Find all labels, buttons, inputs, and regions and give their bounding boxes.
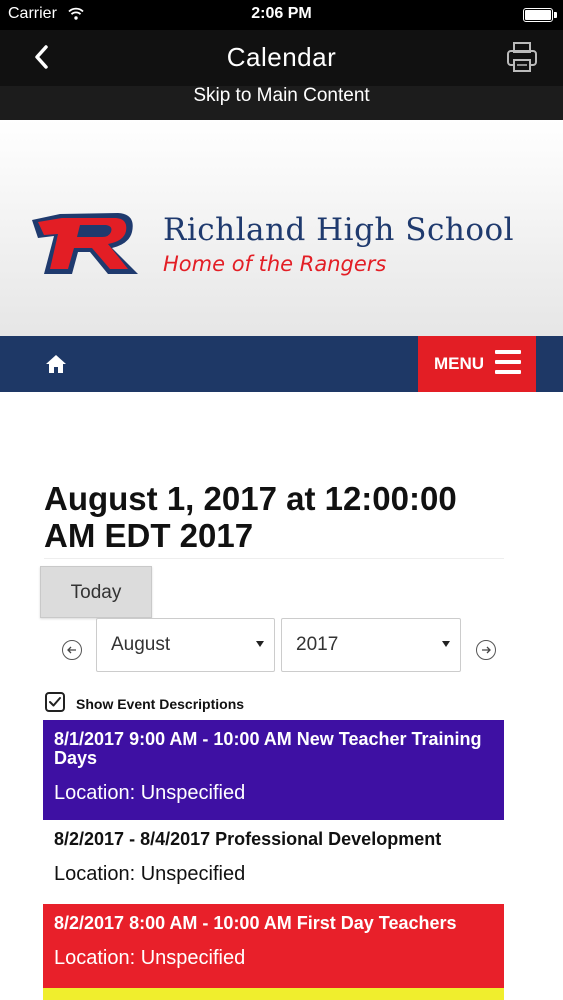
event-location: Location: Unspecified	[54, 863, 246, 885]
event-item[interactable]	[43, 988, 504, 1000]
event-item[interactable]: 8/2/2017 - 8/4/2017 Professional Develop…	[43, 820, 504, 904]
dropdown-caret-icon	[256, 641, 264, 647]
menu-button[interactable]: MENU	[418, 336, 536, 392]
event-title[interactable]: 8/2/2017 8:00 AM - 10:00 AM First Day Te…	[54, 914, 493, 933]
today-button[interactable]: Today	[40, 566, 152, 618]
event-location: Location: Unspecified	[54, 947, 246, 969]
next-month-arrow-icon[interactable]	[476, 640, 496, 660]
event-title[interactable]: 8/2/2017 - 8/4/2017 Professional Develop…	[54, 830, 493, 849]
menu-label: MENU	[434, 354, 485, 373]
school-tagline: Home of the Rangers	[163, 252, 387, 276]
dropdown-caret-icon	[442, 641, 450, 647]
skip-to-main-content-link[interactable]: Skip to Main Content	[0, 86, 563, 120]
school-header: Richland High School Home of the Rangers	[0, 120, 563, 336]
home-icon[interactable]	[45, 353, 67, 375]
hamburger-icon	[495, 350, 521, 376]
nav-title: Calendar	[226, 42, 337, 72]
battery-icon	[523, 8, 557, 22]
app-nav-bar: Calendar	[0, 30, 563, 86]
page-title: August 1, 2017 at 12:00:00 AM EDT 2017	[44, 480, 504, 559]
event-item[interactable]: 8/2/2017 8:00 AM - 10:00 AM First Day Te…	[43, 904, 504, 988]
printer-icon[interactable]	[505, 40, 539, 74]
month-select[interactable]: August	[96, 618, 275, 672]
site-menu-bar: MENU	[0, 336, 563, 392]
school-name: Richland High School	[163, 212, 515, 248]
event-title[interactable]: 8/1/2017 9:00 AM - 10:00 AM New Teacher …	[54, 730, 493, 768]
year-select-value: 2017	[296, 634, 339, 655]
previous-month-arrow-icon[interactable]	[62, 640, 82, 660]
month-select-value: August	[111, 634, 171, 655]
show-descriptions-checkbox[interactable]	[45, 692, 65, 712]
clock-time: 2:06 PM	[251, 5, 312, 22]
status-bar: Carrier 2:06 PM	[0, 0, 563, 30]
show-descriptions-label[interactable]: Show Event Descriptions	[76, 696, 244, 712]
event-item[interactable]: 8/1/2017 9:00 AM - 10:00 AM New Teacher …	[43, 720, 504, 820]
event-location: Location: Unspecified	[54, 782, 246, 804]
rangers-r-logo-icon[interactable]	[30, 208, 140, 280]
year-select[interactable]: 2017	[281, 618, 461, 672]
